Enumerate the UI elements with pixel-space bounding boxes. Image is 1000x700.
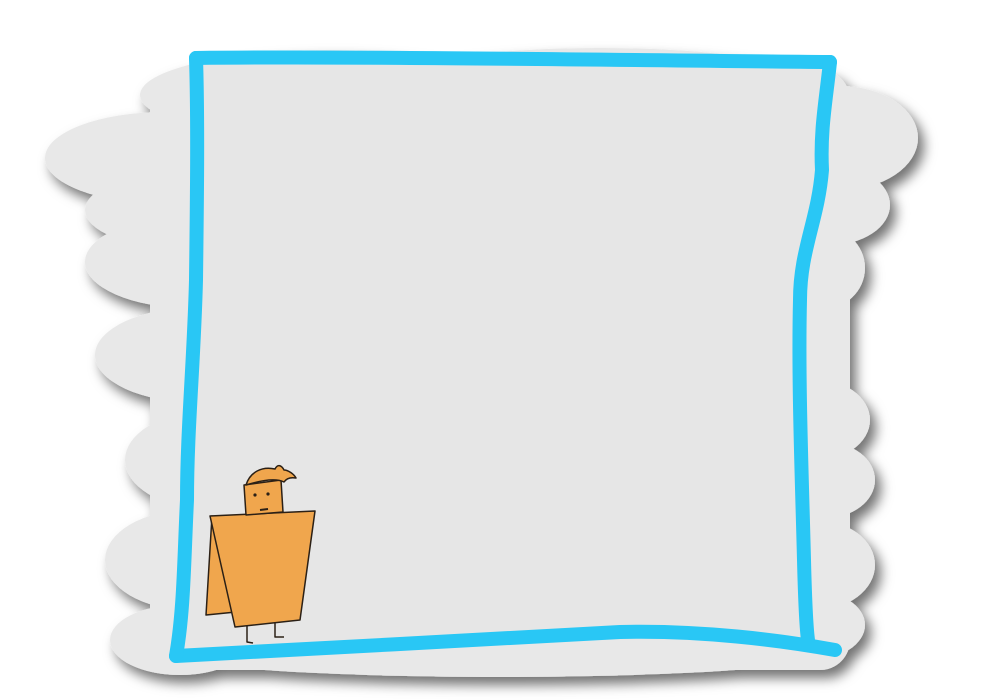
character-right-eye [266, 492, 270, 496]
frame-top-edge [189, 50, 837, 69]
game-scene [45, 48, 918, 677]
character-mouth [259, 508, 269, 511]
character-left-eye [253, 493, 257, 497]
